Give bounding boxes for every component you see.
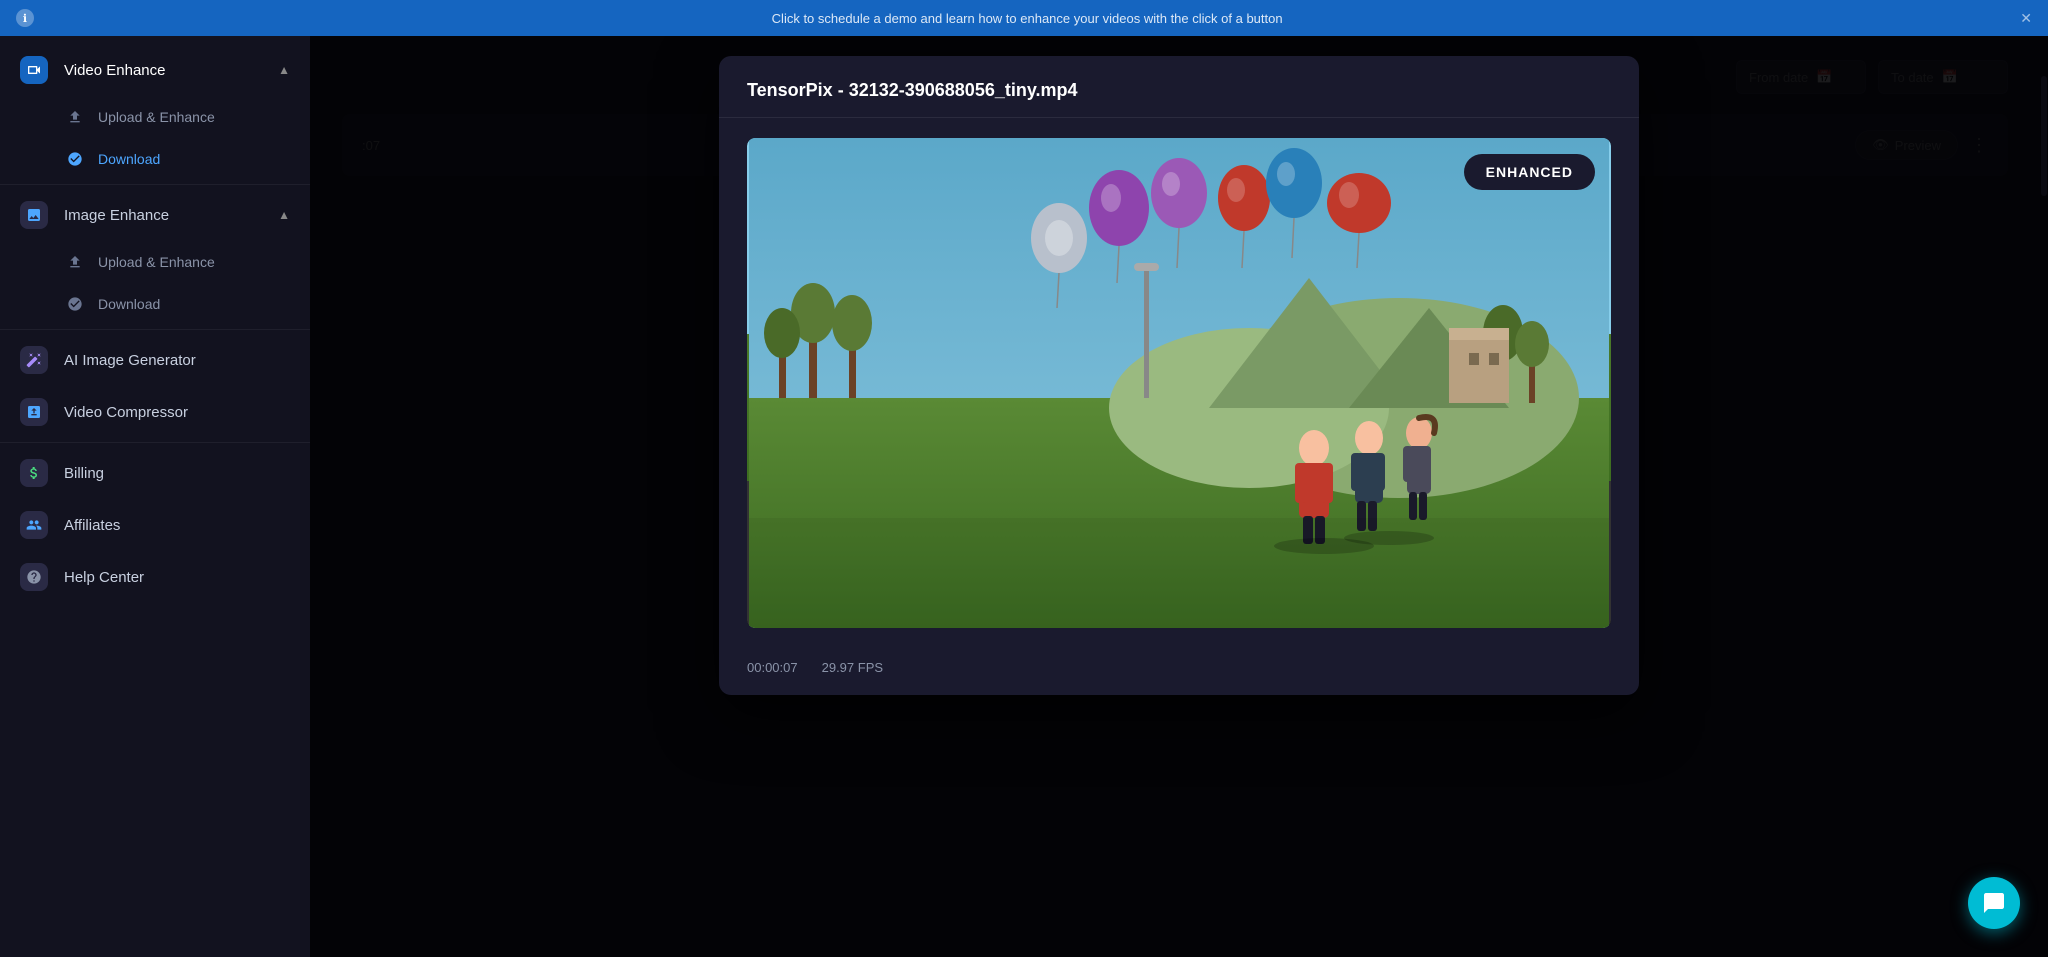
- sidebar-section-video-enhance: Video Enhance ▲ Upload & Enhance Downloa…: [0, 44, 310, 180]
- right-panel: From date 📅 To date 📅 :07 👁 Preview: [310, 36, 2048, 957]
- top-bar: ℹ Click to schedule a demo and learn how…: [0, 0, 2048, 36]
- enhanced-badge: ENHANCED: [1464, 154, 1595, 190]
- modal-header: TensorPix - 32132-390688056_tiny.mp4: [719, 56, 1639, 118]
- top-bar-text: Click to schedule a demo and learn how t…: [42, 11, 2012, 26]
- help-icon: [20, 563, 48, 591]
- wand-icon: [20, 346, 48, 374]
- sidebar-subitem-label-upload-image: Upload & Enhance: [98, 254, 215, 270]
- close-icon[interactable]: ✕: [2020, 10, 2032, 27]
- modal-meta: 00:00:07 29.97 FPS: [719, 648, 1639, 695]
- sidebar-item-video-compressor[interactable]: Video Compressor: [0, 386, 310, 438]
- sidebar-item-label-video-compressor: Video Compressor: [64, 404, 188, 421]
- sidebar-subitem-label-upload-video: Upload & Enhance: [98, 109, 215, 125]
- sidebar-item-label-video-enhance: Video Enhance: [64, 62, 165, 79]
- sidebar-item-label-image-enhance: Image Enhance: [64, 207, 169, 224]
- preview-modal: TensorPix - 32132-390688056_tiny.mp4: [719, 56, 1639, 695]
- sidebar-item-label-affiliates: Affiliates: [64, 517, 120, 534]
- video-icon: [20, 56, 48, 84]
- modal-title: TensorPix - 32132-390688056_tiny.mp4: [747, 80, 1611, 101]
- sidebar: Video Enhance ▲ Upload & Enhance Downloa…: [0, 36, 310, 957]
- fps: 29.97 FPS: [822, 660, 883, 675]
- affiliates-icon: [20, 511, 48, 539]
- sidebar-item-label-help-center: Help Center: [64, 569, 144, 586]
- timecode: 00:00:07: [747, 660, 798, 675]
- content-area: From date 📅 To date 📅 :07 👁 Preview: [310, 36, 2048, 957]
- sidebar-item-billing[interactable]: Billing: [0, 447, 310, 499]
- upload-icon: [64, 106, 86, 128]
- dollar-icon: [20, 459, 48, 487]
- sidebar-subitem-label-download-video: Download: [98, 151, 160, 167]
- sidebar-item-affiliates[interactable]: Affiliates: [0, 499, 310, 551]
- sidebar-item-help-center[interactable]: Help Center: [0, 551, 310, 603]
- modal-overlay[interactable]: TensorPix - 32132-390688056_tiny.mp4: [310, 36, 2048, 957]
- sidebar-subitem-label-download-image: Download: [98, 296, 160, 312]
- upload-icon-2: [64, 251, 86, 273]
- chevron-up-icon-2: ▲: [278, 208, 290, 222]
- sidebar-item-ai-image-generator[interactable]: AI Image Generator: [0, 334, 310, 386]
- image-icon: [20, 201, 48, 229]
- video-preview[interactable]: ENHANCED: [747, 138, 1611, 628]
- compress-icon: [20, 398, 48, 426]
- sidebar-subitem-upload-enhance-video[interactable]: Upload & Enhance: [0, 96, 310, 138]
- sidebar-item-video-enhance[interactable]: Video Enhance ▲: [0, 44, 310, 96]
- sidebar-subitem-download-video[interactable]: Download: [0, 138, 310, 180]
- video-container: ENHANCED: [747, 138, 1611, 628]
- check-circle-icon: [64, 148, 86, 170]
- chat-button[interactable]: [1968, 877, 2020, 929]
- sidebar-item-label-ai-image-generator: AI Image Generator: [64, 352, 196, 369]
- sidebar-subitem-download-image[interactable]: Download: [0, 283, 310, 325]
- sidebar-item-label-billing: Billing: [64, 465, 104, 482]
- sidebar-section-image-enhance: Image Enhance ▲ Upload & Enhance Downloa…: [0, 189, 310, 325]
- top-bar-icon: ℹ: [16, 9, 34, 27]
- sidebar-subitem-upload-enhance-image[interactable]: Upload & Enhance: [0, 241, 310, 283]
- chevron-up-icon: ▲: [278, 63, 290, 77]
- check-circle-icon-2: [64, 293, 86, 315]
- sidebar-item-image-enhance[interactable]: Image Enhance ▲: [0, 189, 310, 241]
